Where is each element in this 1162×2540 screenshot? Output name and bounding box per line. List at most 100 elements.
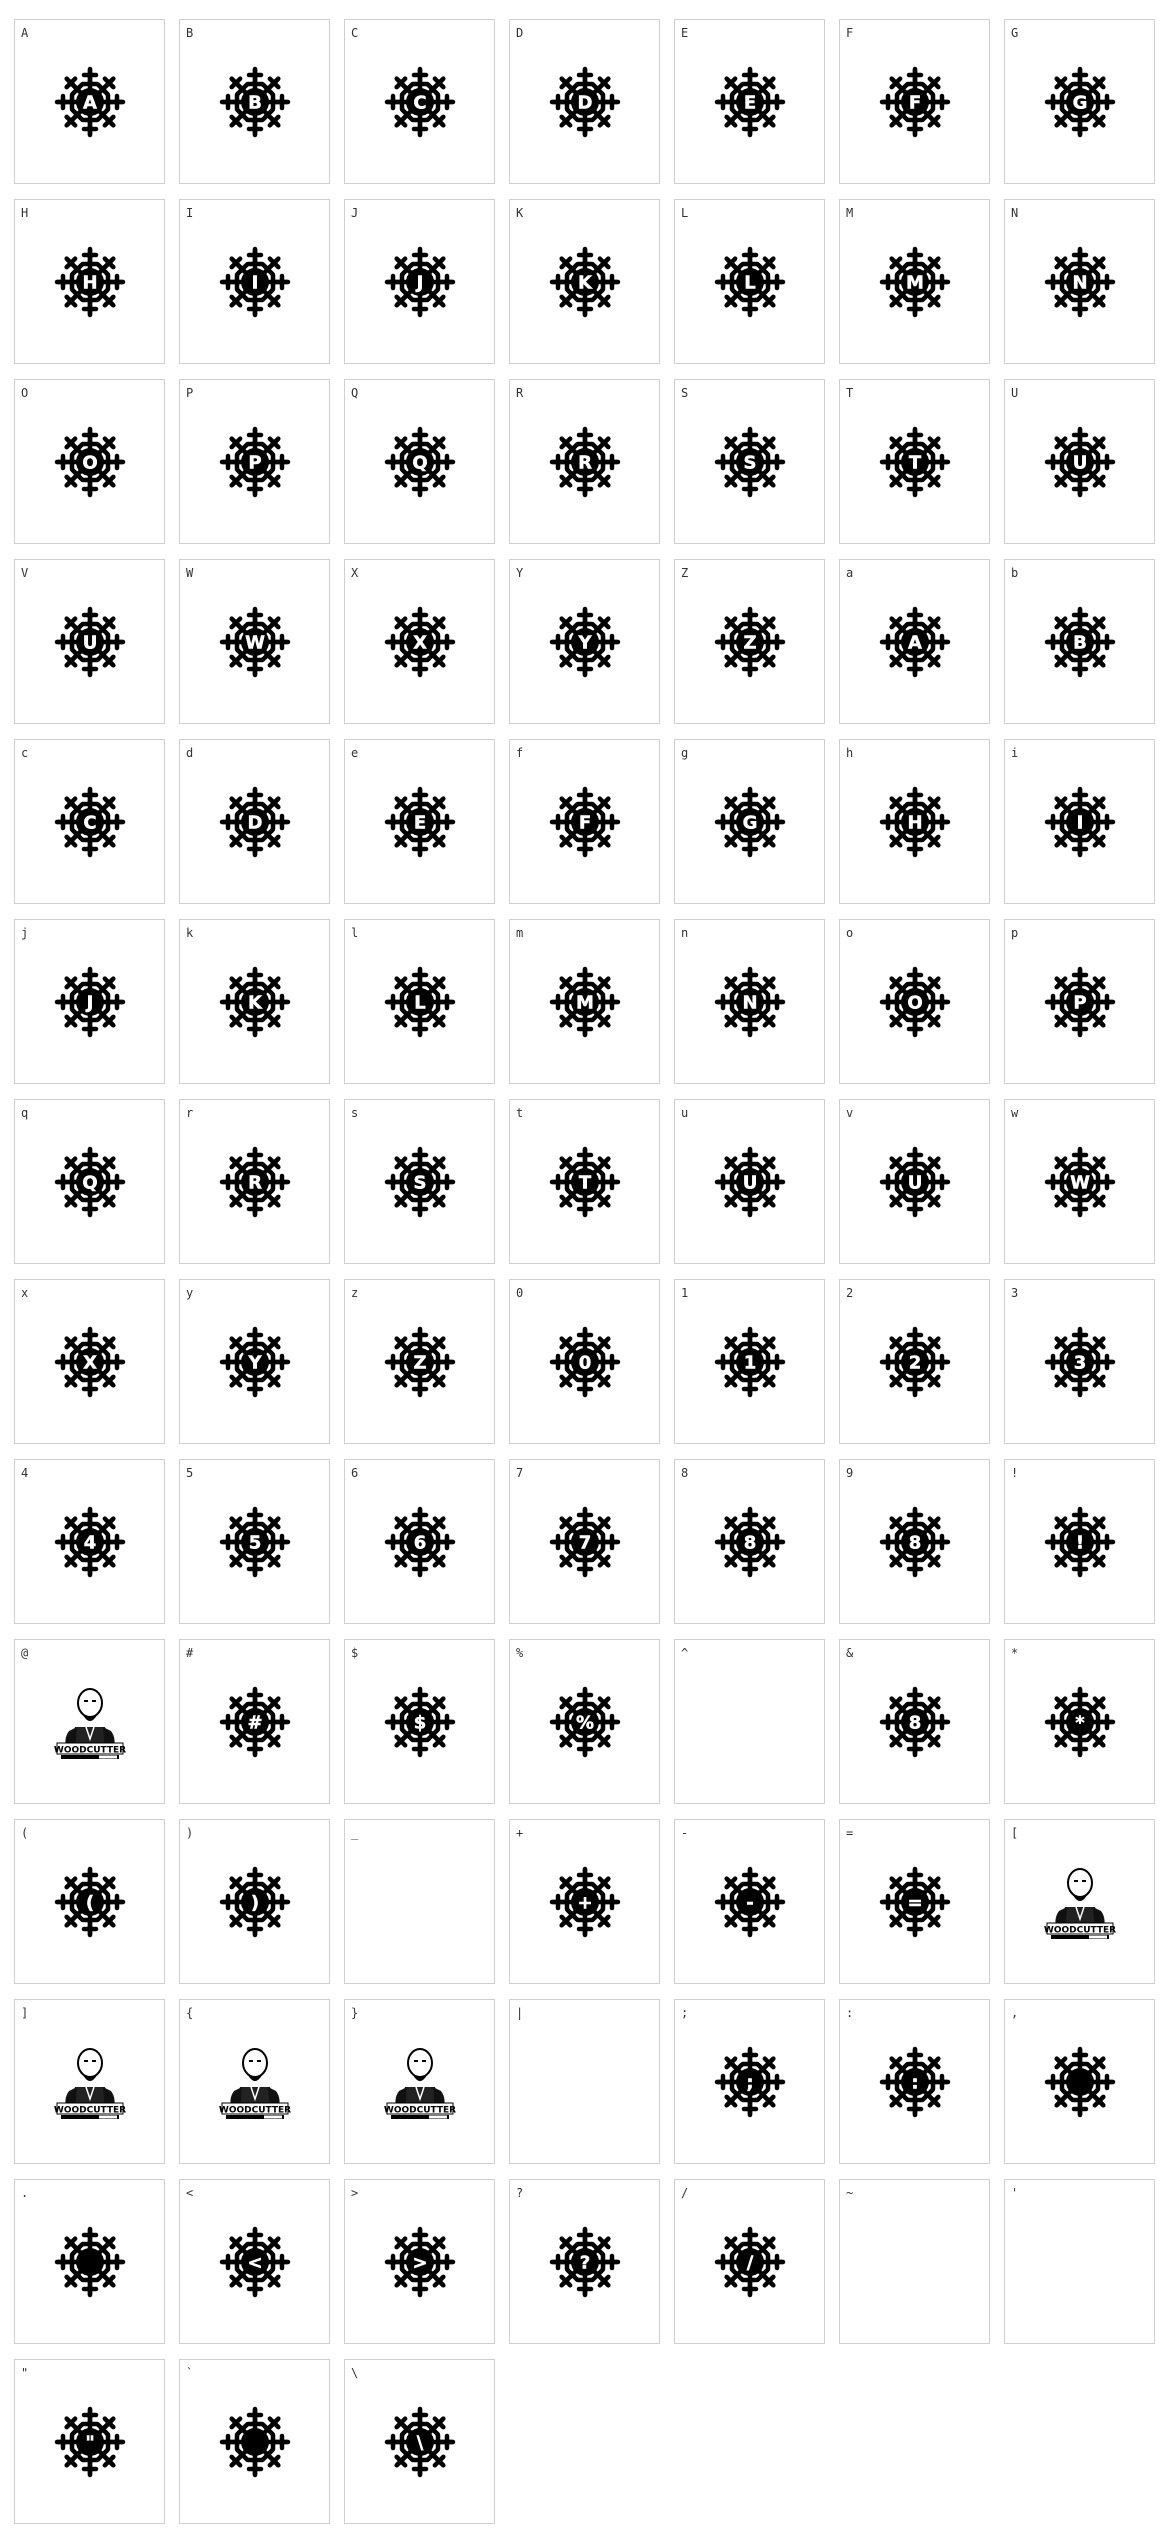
glyph-letter: ) [250, 1892, 258, 1913]
snowflake-icon [1044, 2046, 1115, 2117]
glyph-preview: W [1044, 1146, 1116, 1218]
glyph-preview: C [54, 786, 126, 858]
glyph-letter: 7 [578, 1532, 591, 1553]
snowflake-icon: L [714, 246, 785, 317]
glyph-letter: D [247, 812, 262, 833]
glyph-cell: Q Q [344, 379, 495, 544]
snowflake-icon: 5 [219, 1506, 290, 1577]
snowflake-icon: : [879, 2046, 950, 2117]
glyph-cell-label: j [21, 926, 29, 940]
glyph-cell: / / [674, 2179, 825, 2344]
snowflake-icon: > [384, 2226, 455, 2297]
glyph-cell-label: > [351, 2186, 359, 2200]
snowflake-icon: R [549, 426, 620, 497]
glyph-cell-label: W [186, 566, 194, 580]
glyph-preview: WOODCUTTER [218, 2041, 292, 2123]
glyph-letter: F [908, 92, 920, 113]
glyph-cell-label: U [1011, 386, 1019, 400]
glyph-cell-label: B [186, 26, 194, 40]
snowflake-icon: M [879, 246, 950, 317]
glyph-preview: 5 [219, 1506, 291, 1578]
snowflake-icon: 7 [549, 1506, 620, 1577]
glyph-cell-label: C [351, 26, 359, 40]
glyph-cell-label: 2 [846, 1286, 854, 1300]
glyph-cell-label: b [1011, 566, 1019, 580]
glyph-preview: K [219, 966, 291, 1038]
portrait-caption: WOODCUTTER [383, 2105, 455, 2115]
glyph-preview: G [714, 786, 786, 858]
glyph-cell-label: d [186, 746, 194, 760]
glyph-letter: * [1075, 1712, 1085, 1733]
glyph-cell: I I [179, 199, 330, 364]
glyph-cell: T T [839, 379, 990, 544]
glyph-cell-label: | [516, 2006, 524, 2020]
glyph-letter: K [578, 272, 593, 293]
glyph-preview: 0 [549, 1326, 621, 1398]
glyph-preview: U [1044, 426, 1116, 498]
glyph-preview: M [879, 246, 951, 318]
glyph-cell-label: 1 [681, 1286, 689, 1300]
glyph-cell-label: } [351, 2006, 359, 2020]
glyph-cell-label: n [681, 926, 689, 940]
glyph-cell-label: T [846, 386, 854, 400]
glyph-cell: ; ; [674, 1999, 825, 2164]
snowflake-icon: Q [384, 426, 455, 497]
snowflake-icon: S [384, 1146, 455, 1217]
glyph-cell: : : [839, 1999, 990, 2164]
glyph-preview: K [549, 246, 621, 318]
glyph-preview [219, 2406, 291, 2478]
glyph-preview: I [1044, 786, 1116, 858]
glyph-preview: # [219, 1686, 291, 1758]
snowflake-icon: B [1044, 606, 1115, 677]
glyph-letter: M [576, 992, 594, 1013]
woodcutter-portrait-icon: WOODCUTTER [1043, 1867, 1116, 1939]
snowflake-icon: D [219, 786, 290, 857]
glyph-cell: > > [344, 2179, 495, 2344]
glyph-letter: W [245, 632, 265, 653]
glyph-cell-label: . [21, 2186, 29, 2200]
glyph-preview: 7 [549, 1506, 621, 1578]
glyph-cell-label: Z [681, 566, 689, 580]
glyph-letter: E [413, 812, 425, 833]
glyph-cell: m M [509, 919, 660, 1084]
glyph-cell-label: ( [21, 1826, 29, 1840]
snowflake-icon: T [879, 426, 950, 497]
glyph-cell: 7 7 [509, 1459, 660, 1624]
glyph-cell-label: = [846, 1826, 854, 1840]
glyph-letter: B [1073, 632, 1087, 653]
glyph-cell-label: & [846, 1646, 854, 1660]
glyph-letter: Y [577, 632, 592, 653]
glyph-preview: 4 [54, 1506, 126, 1578]
glyph-letter: I [1076, 812, 1083, 833]
woodcutter-portrait-icon: WOODCUTTER [53, 2047, 126, 2119]
glyph-cell-label: * [1011, 1646, 1019, 1660]
glyph-cell-label: 8 [681, 1466, 689, 1480]
glyph-preview: 8 [714, 1506, 786, 1578]
glyph-cell-label: 3 [1011, 1286, 1019, 1300]
glyph-cell-label: K [516, 206, 524, 220]
snowflake-icon: \ [384, 2406, 455, 2477]
glyph-cell: < < [179, 2179, 330, 2344]
portrait-caption: WOODCUTTER [53, 2105, 125, 2115]
snowflake-icon: E [714, 66, 785, 137]
glyph-cell-label: v [846, 1106, 854, 1120]
glyph-cell: d D [179, 739, 330, 904]
snowflake-icon: - [714, 1866, 785, 1937]
glyph-preview: S [714, 426, 786, 498]
snowflake-icon: K [549, 246, 620, 317]
glyph-letter: K [248, 992, 263, 1013]
glyph-cell: J J [344, 199, 495, 364]
snowflake-icon: $ [384, 1686, 455, 1757]
glyph-cell-label: ; [681, 2006, 689, 2020]
glyph-cell: - - [674, 1819, 825, 1984]
glyph-cell-label: \ [351, 2366, 359, 2380]
glyph-cell-label: H [21, 206, 29, 220]
glyph-cell: C C [344, 19, 495, 184]
glyph-cell: S S [674, 379, 825, 544]
glyph-preview: C [384, 66, 456, 138]
snowflake-icon: U [1044, 426, 1115, 497]
glyph-letter: : [911, 2072, 918, 2093]
snowflake-icon: F [879, 66, 950, 137]
glyph-cell: ( ( [14, 1819, 165, 1984]
glyph-cell: i I [1004, 739, 1155, 904]
